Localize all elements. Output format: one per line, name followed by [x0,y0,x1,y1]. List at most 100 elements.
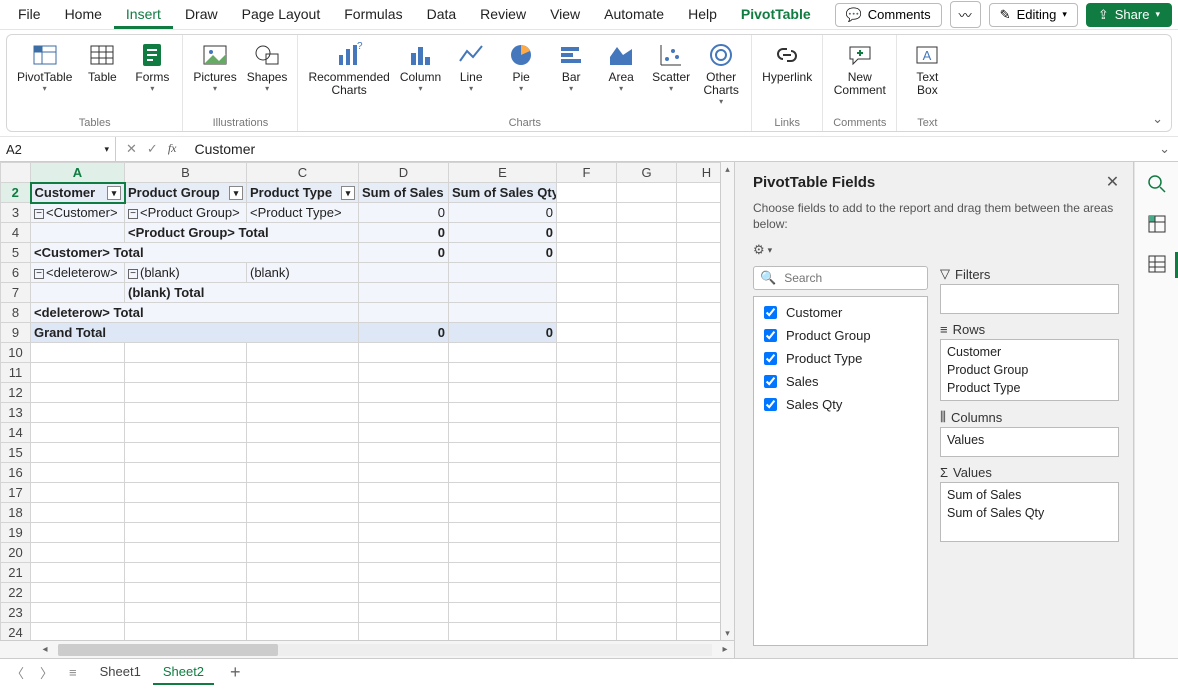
cell-A9[interactable]: Grand Total [31,323,359,343]
collapse-icon[interactable]: − [34,269,44,279]
pivot-rail-button[interactable] [1143,210,1171,238]
ribbon-pictures-button[interactable]: Pictures▾ [193,41,236,93]
cell-F8[interactable] [557,303,617,323]
cell-F24[interactable] [557,623,617,641]
cell-G20[interactable] [617,543,677,563]
field-product-group[interactable]: Product Group [760,324,921,347]
cell-E5[interactable]: 0 [449,243,557,263]
field-checkbox[interactable] [764,352,777,365]
cell-F20[interactable] [557,543,617,563]
column-header-E[interactable]: E [449,163,557,183]
cell-G16[interactable] [617,463,677,483]
row-header-6[interactable]: 6 [1,263,31,283]
menu-tab-automate[interactable]: Automate [592,1,676,29]
collapse-icon[interactable]: − [128,269,138,279]
ribbon-hyperlink-button[interactable]: Hyperlink [762,41,812,84]
cell-F3[interactable] [557,203,617,223]
cell-D15[interactable] [359,443,449,463]
row-header-7[interactable]: 7 [1,283,31,303]
cell-A10[interactable] [31,343,125,363]
cell-E4[interactable]: 0 [449,223,557,243]
cell-C6[interactable]: (blank) [247,263,359,283]
cell-B19[interactable] [125,523,247,543]
cell-C24[interactable] [247,623,359,641]
column-header-F[interactable]: F [557,163,617,183]
cell-G11[interactable] [617,363,677,383]
cell-D6[interactable] [359,263,449,283]
cell-C23[interactable] [247,603,359,623]
area-item[interactable]: Product Group [947,361,1112,379]
row-header-23[interactable]: 23 [1,603,31,623]
values-drop-area[interactable]: Sum of SalesSum of Sales Qty [940,482,1119,542]
scroll-left-arrow[interactable]: ◂ [36,644,54,655]
cell-F11[interactable] [557,363,617,383]
cell-E2[interactable]: Sum of Sales Qty [449,183,557,203]
cell-C13[interactable] [247,403,359,423]
row-header-5[interactable]: 5 [1,243,31,263]
cell-D18[interactable] [359,503,449,523]
menu-tab-formulas[interactable]: Formulas [332,1,414,29]
cell-A6[interactable]: −<deleterow> [31,263,125,283]
area-item[interactable]: Sum of Sales Qty [947,504,1112,522]
cell-G6[interactable] [617,263,677,283]
cell-A11[interactable] [31,363,125,383]
cell-C17[interactable] [247,483,359,503]
cell-A7[interactable] [31,283,125,303]
enter-icon[interactable]: ✓ [147,141,158,157]
cell-E21[interactable] [449,563,557,583]
cell-E22[interactable] [449,583,557,603]
cell-F14[interactable] [557,423,617,443]
field-search[interactable]: 🔍 [753,266,928,290]
cell-A15[interactable] [31,443,125,463]
cell-C12[interactable] [247,383,359,403]
cell-A13[interactable] [31,403,125,423]
add-sheet-button[interactable]: + [224,662,247,683]
menu-tab-file[interactable]: File [6,1,53,29]
cell-A24[interactable] [31,623,125,641]
cell-G17[interactable] [617,483,677,503]
cell-G10[interactable] [617,343,677,363]
collapse-icon[interactable]: − [128,209,138,219]
cell-G24[interactable] [617,623,677,641]
cell-E8[interactable] [449,303,557,323]
editing-mode-button[interactable]: ✎ Editing ▾ [989,3,1078,27]
cell-E14[interactable] [449,423,557,443]
cell-D12[interactable] [359,383,449,403]
row-header-15[interactable]: 15 [1,443,31,463]
cell-B13[interactable] [125,403,247,423]
ribbon-other-charts-button[interactable]: OtherCharts▾ [701,41,741,106]
cell-C15[interactable] [247,443,359,463]
row-header-19[interactable]: 19 [1,523,31,543]
ribbon-table-button[interactable]: Table [82,41,122,84]
ribbon-shapes-button[interactable]: Shapes▾ [247,41,288,93]
row-header-18[interactable]: 18 [1,503,31,523]
filter-dropdown-icon[interactable]: ▾ [341,186,355,200]
cell-F23[interactable] [557,603,617,623]
area-item[interactable]: Customer [947,343,1112,361]
cell-E13[interactable] [449,403,557,423]
cell-D7[interactable] [359,283,449,303]
field-sales[interactable]: Sales [760,370,921,393]
field-checkbox[interactable] [764,398,777,411]
cell-D16[interactable] [359,463,449,483]
menu-tab-insert[interactable]: Insert [114,1,173,29]
cell-D2[interactable]: Sum of Sales [359,183,449,203]
cell-G2[interactable] [617,183,677,203]
ribbon-pie-button[interactable]: Pie▾ [501,41,541,93]
cell-C21[interactable] [247,563,359,583]
cell-B3[interactable]: −<Product Group> [125,203,247,223]
ribbon-column-button[interactable]: Column▾ [400,41,441,93]
row-header-24[interactable]: 24 [1,623,31,641]
ribbon-new-comment-button[interactable]: NewComment [834,41,886,97]
row-header-17[interactable]: 17 [1,483,31,503]
ribbon-pivottable-button[interactable]: PivotTable▾ [17,41,72,93]
cell-D13[interactable] [359,403,449,423]
cell-E11[interactable] [449,363,557,383]
cell-A12[interactable] [31,383,125,403]
scroll-up-arrow[interactable]: ▴ [721,162,734,176]
cell-D5[interactable]: 0 [359,243,449,263]
cell-A5[interactable]: <Customer> Total [31,243,359,263]
field-checkbox[interactable] [764,375,777,388]
cell-G19[interactable] [617,523,677,543]
cell-B17[interactable] [125,483,247,503]
